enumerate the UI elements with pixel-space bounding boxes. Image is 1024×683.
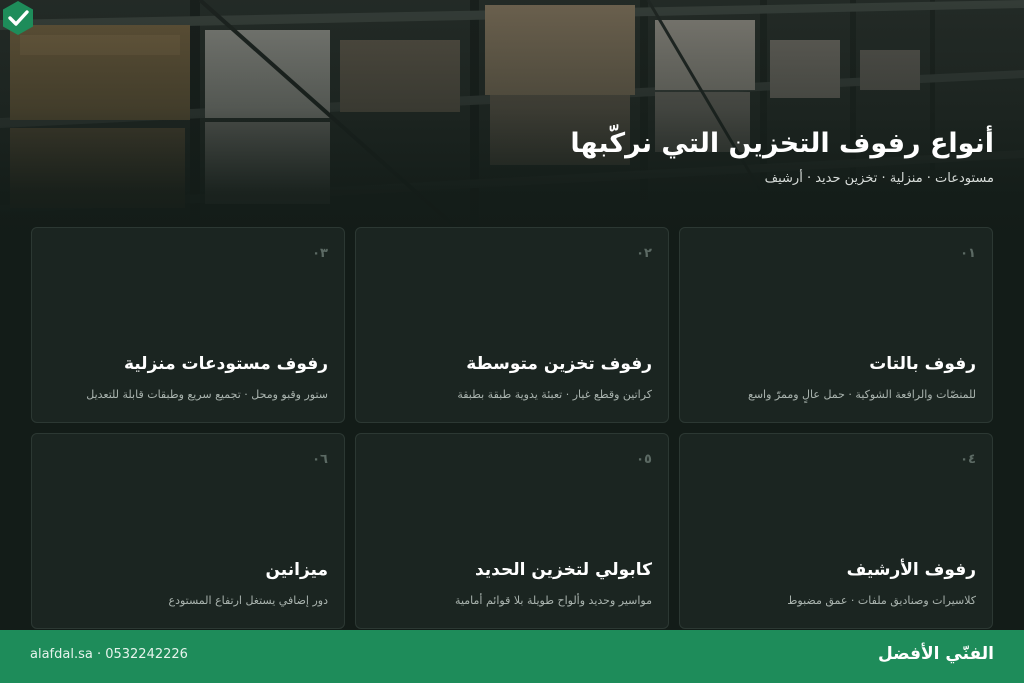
hero-banner: أنواع رفوف التخزين التي نركّبها مستودعات…: [0, 0, 1024, 240]
footer-bar: الفنّي الأفضل alafdal.sa · 0532242226: [0, 630, 1024, 683]
page: أنواع رفوف التخزين التي نركّبها مستودعات…: [0, 0, 1024, 683]
footer-contact[interactable]: alafdal.sa · 0532242226: [30, 647, 188, 662]
hero-overlay: [0, 0, 1024, 240]
card-title: رفوف بالتات: [869, 354, 976, 374]
page-title: أنواع رفوف التخزين التي نركّبها: [570, 128, 994, 159]
card-description: كراتين وقطع غيار · تعبئة يدوية طبقة بطبق…: [457, 388, 652, 401]
card-description: للمنصّات والرافعة الشوكية · حمل عالٍ ومم…: [747, 388, 976, 401]
card-title: رفوف تخزين متوسطة: [466, 354, 652, 374]
check-shield-icon: [3, 1, 33, 35]
card-number: ٠٦: [312, 452, 328, 467]
card-medium-storage-racks[interactable]: ٠٢ رفوف تخزين متوسطة كراتين وقطع غيار · …: [355, 227, 669, 423]
shelf-types-grid: ٠١ رفوف بالتات للمنصّات والرافعة الشوكية…: [31, 227, 993, 629]
card-pallet-racks[interactable]: ٠١ رفوف بالتات للمنصّات والرافعة الشوكية…: [679, 227, 993, 423]
card-title: ميزانين: [265, 560, 329, 580]
card-title: كابولي لتخزين الحديد: [474, 560, 652, 580]
card-home-storage-racks[interactable]: ٠٣ رفوف مستودعات منزلية ستور وقبو ومحل ·…: [31, 227, 345, 423]
card-cantilever-racks[interactable]: ٠٥ كابولي لتخزين الحديد مواسير وحديد وأل…: [355, 433, 669, 629]
card-description: دور إضافي يستغل ارتفاع المستودع: [168, 594, 328, 607]
card-description: كلاسيرات وصناديق ملفات · عمق مضبوط: [787, 594, 976, 607]
card-description: مواسير وحديد وألواح طويلة بلا قوائم أمام…: [455, 594, 652, 607]
card-number: ٠٢: [636, 246, 652, 261]
card-description: ستور وقبو ومحل · تجميع سريع وطبقات قابلة…: [86, 388, 328, 401]
card-number: ٠٣: [312, 246, 328, 261]
card-mezzanine[interactable]: ٠٦ ميزانين دور إضافي يستغل ارتفاع المستو…: [31, 433, 345, 629]
card-number: ٠١: [960, 246, 976, 261]
card-number: ٠٥: [636, 452, 652, 467]
footer-brand: الفنّي الأفضل: [877, 644, 994, 664]
card-title: رفوف الأرشيف: [846, 560, 976, 580]
page-subtitle: مستودعات · منزلية · تخزين حديد · أرشيف: [764, 171, 994, 186]
card-title: رفوف مستودعات منزلية: [123, 354, 328, 374]
card-number: ٠٤: [960, 452, 976, 467]
card-archive-racks[interactable]: ٠٤ رفوف الأرشيف كلاسيرات وصناديق ملفات ·…: [679, 433, 993, 629]
